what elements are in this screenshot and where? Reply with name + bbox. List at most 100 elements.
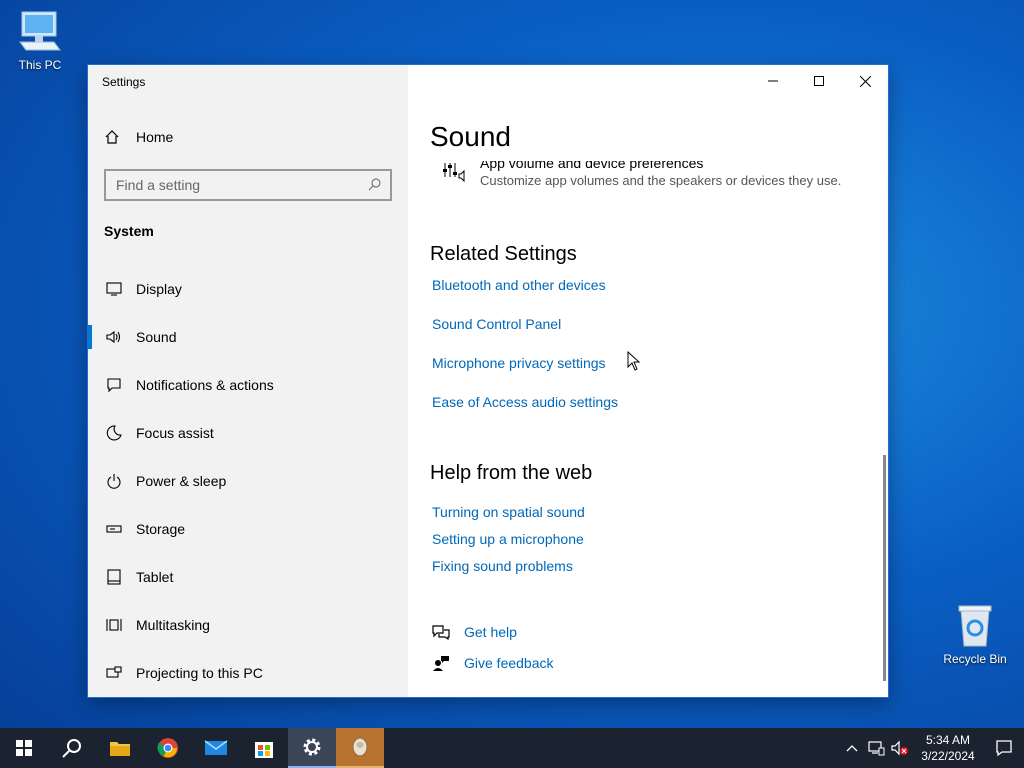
app-volume-description: Customize app volumes and the speakers o… — [480, 173, 842, 188]
sidebar-item-sound[interactable]: Sound — [88, 313, 408, 361]
app-volume-setting[interactable]: App volume and device preferences Custom… — [442, 155, 841, 190]
sidebar: Settings Home Find a setting System Disp… — [88, 65, 408, 697]
taskbar-app[interactable] — [336, 728, 384, 768]
sidebar-item-focus-assist[interactable]: Focus assist — [88, 409, 408, 457]
sidebar-item-label: Notifications & actions — [136, 377, 274, 393]
network-button[interactable] — [864, 728, 888, 768]
clock-time: 5:34 AM — [925, 733, 971, 747]
sidebar-nav: Display Sound Notifications & actions Fo… — [88, 265, 408, 697]
volume-muted-icon — [891, 740, 908, 756]
close-button[interactable] — [842, 65, 888, 97]
chrome-icon — [157, 738, 178, 758]
clock-date: 3/22/2024 — [921, 749, 975, 763]
maximize-button[interactable] — [796, 65, 842, 97]
give-feedback-label: Give feedback — [464, 655, 554, 671]
taskbar-chrome[interactable] — [144, 728, 192, 768]
home-label: Home — [136, 129, 174, 145]
sidebar-item-multitasking[interactable]: Multitasking — [88, 601, 408, 649]
search-icon — [368, 177, 382, 194]
window-controls — [750, 65, 888, 97]
help-heading: Help from the web — [430, 462, 593, 484]
link-setting-up-microphone[interactable]: Setting up a microphone — [432, 531, 584, 547]
app-volume-title: App volume and device preferences — [480, 155, 704, 171]
sidebar-item-label: Focus assist — [136, 425, 214, 441]
taskbar: 5:34 AM 3/22/2024 — [0, 728, 1024, 768]
sidebar-item-storage[interactable]: Storage — [88, 505, 408, 553]
system-tray: 5:34 AM 3/22/2024 — [840, 728, 1024, 768]
main-content: Sound App volume and device preferences … — [408, 65, 888, 697]
search-input[interactable]: Find a setting — [104, 169, 392, 201]
minimize-button[interactable] — [750, 65, 796, 97]
volume-button[interactable] — [888, 728, 912, 768]
sidebar-item-label: Power & sleep — [136, 473, 227, 489]
sidebar-item-label: Display — [136, 281, 182, 297]
feedback-icon — [432, 655, 452, 671]
sidebar-item-label: Projecting to this PC — [136, 665, 263, 681]
projecting-icon — [104, 665, 124, 681]
give-feedback-link[interactable]: Give feedback — [432, 655, 554, 671]
desktop-icon-recycle-bin[interactable]: Recycle Bin — [935, 602, 1015, 666]
home-nav-item[interactable]: Home — [104, 129, 173, 145]
minimize-icon — [768, 80, 778, 82]
search-placeholder: Find a setting — [116, 177, 201, 193]
scrollbar[interactable] — [883, 455, 886, 681]
get-help-icon — [432, 624, 452, 640]
app-volume-icon — [442, 159, 468, 190]
multitasking-icon — [104, 617, 124, 633]
related-settings-heading: Related Settings — [430, 243, 577, 265]
sidebar-item-projecting[interactable]: Projecting to this PC — [88, 649, 408, 697]
mail-icon — [204, 740, 228, 755]
sidebar-item-label: Sound — [136, 329, 177, 345]
notification-icon — [104, 377, 124, 393]
computer-icon — [19, 11, 61, 51]
speaker-icon — [104, 329, 124, 345]
get-help-label: Get help — [464, 624, 517, 640]
link-bluetooth-devices[interactable]: Bluetooth and other devices — [432, 277, 606, 293]
start-button[interactable] — [0, 728, 48, 768]
sidebar-item-label: Multitasking — [136, 617, 210, 633]
link-fixing-sound[interactable]: Fixing sound problems — [432, 558, 573, 574]
desktop-icon-label: Recycle Bin — [943, 652, 1007, 666]
taskbar-search-button[interactable] — [48, 728, 96, 768]
taskbar-mail[interactable] — [192, 728, 240, 768]
settings-icon — [303, 738, 321, 756]
settings-window: Settings Home Find a setting System Disp… — [88, 65, 888, 697]
get-help-link[interactable]: Get help — [432, 624, 517, 640]
taskbar-store[interactable] — [240, 728, 288, 768]
mouse-cursor-icon — [627, 351, 641, 371]
moon-icon — [104, 425, 124, 441]
link-ease-of-access-audio[interactable]: Ease of Access audio settings — [432, 394, 618, 410]
windows-start-icon — [16, 740, 32, 756]
notification-center-icon — [996, 740, 1012, 757]
network-icon — [868, 741, 885, 756]
power-icon — [104, 473, 124, 489]
page-title: Sound — [430, 121, 511, 152]
link-microphone-privacy[interactable]: Microphone privacy settings — [432, 355, 606, 371]
app-icon — [352, 737, 368, 757]
desktop-icon-this-pc[interactable]: This PC — [0, 8, 80, 72]
desktop-icon-label: This PC — [18, 58, 62, 72]
sidebar-item-display[interactable]: Display — [88, 265, 408, 313]
clock[interactable]: 5:34 AM 3/22/2024 — [912, 732, 984, 764]
sidebar-item-label: Storage — [136, 521, 186, 537]
taskbar-file-explorer[interactable] — [96, 728, 144, 768]
section-label: System — [104, 223, 154, 239]
recycle-bin-icon — [958, 605, 992, 647]
taskbar-settings[interactable] — [288, 728, 336, 768]
store-icon — [255, 742, 273, 758]
link-sound-control-panel[interactable]: Sound Control Panel — [432, 316, 561, 332]
close-icon — [859, 75, 871, 87]
sidebar-item-tablet[interactable]: Tablet — [88, 553, 408, 601]
home-icon — [104, 129, 124, 145]
sidebar-item-notifications[interactable]: Notifications & actions — [88, 361, 408, 409]
file-explorer-icon — [110, 742, 130, 756]
search-icon — [62, 739, 81, 758]
maximize-icon — [814, 76, 824, 86]
show-hidden-icons-button[interactable] — [840, 728, 864, 768]
link-spatial-sound[interactable]: Turning on spatial sound — [432, 504, 585, 520]
sidebar-item-label: Tablet — [136, 569, 174, 585]
display-icon — [104, 281, 124, 297]
sidebar-item-power-sleep[interactable]: Power & sleep — [88, 457, 408, 505]
action-center-button[interactable] — [984, 739, 1024, 757]
tablet-icon — [104, 569, 124, 585]
